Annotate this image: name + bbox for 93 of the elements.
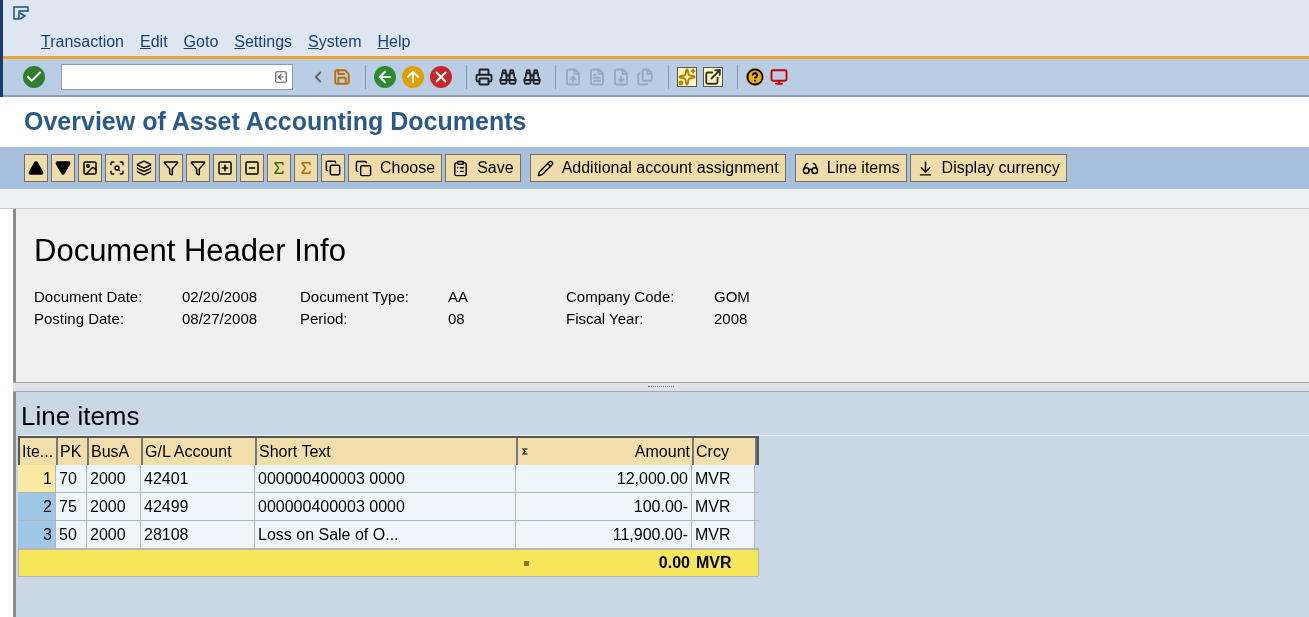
copy-button[interactable] [321, 154, 345, 182]
sigma-icon [522, 448, 528, 455]
field-value: 08 [448, 309, 466, 329]
check-icon[interactable] [23, 66, 45, 88]
sigma-button[interactable] [267, 154, 291, 182]
table-cell: 100.00- [516, 493, 692, 520]
table-cell: MVR [692, 521, 755, 548]
row-selector[interactable]: 3 [18, 521, 56, 548]
up-triangle-button[interactable] [24, 154, 48, 182]
cancel-icon[interactable] [430, 66, 452, 88]
table-cell: 75 [56, 493, 87, 520]
picture-button[interactable] [78, 154, 102, 182]
section-title: Document Header Info [34, 235, 347, 266]
field-label: Company Code: [566, 287, 676, 307]
table-cell: MVR [692, 493, 755, 520]
table-cell: 50 [56, 521, 87, 548]
shortcut-icon[interactable] [703, 67, 723, 87]
table-cell: 000000400003 0000 [255, 465, 516, 492]
clipboard-icon [452, 159, 470, 177]
down-triangle-button[interactable] [51, 154, 75, 182]
menu-item[interactable]: Transaction [41, 30, 124, 54]
field-value: 02/20/2008 [182, 287, 259, 307]
field-value: 08/27/2008 [182, 309, 259, 329]
picture-icon [82, 160, 98, 176]
field-label: Document Type: [300, 287, 410, 307]
column-header[interactable]: BusA [89, 438, 143, 465]
funnel-icon [190, 160, 206, 176]
filter-icon [163, 160, 179, 176]
copy-icon [355, 159, 372, 177]
menu-item[interactable]: System [308, 30, 362, 54]
stack-button[interactable] [132, 154, 156, 182]
expand-icon [217, 160, 233, 176]
table-cell: 42401 [141, 465, 255, 492]
toolbar-button[interactable]: Line items [794, 154, 907, 182]
pencil-icon [536, 159, 554, 177]
section-title: Line items [21, 403, 140, 429]
table-cell: 12,000.00 [516, 465, 692, 492]
copy-icon [325, 160, 341, 176]
row-selector[interactable]: 1 [18, 465, 56, 492]
total-currency: MVR [696, 553, 732, 573]
menu-item[interactable]: Edit [140, 30, 168, 54]
table-cell: 000000400003 0000 [255, 493, 516, 520]
column-header[interactable]: G/L Account [143, 438, 257, 465]
field-value: GOM [714, 287, 751, 307]
collapse-icon [244, 160, 260, 176]
table-cell: 28108 [141, 521, 255, 548]
field-value: 2008 [714, 309, 749, 329]
expand-button[interactable] [213, 154, 237, 182]
stack-icon [136, 160, 152, 176]
down-triangle-icon [55, 160, 71, 176]
collapse-button[interactable] [240, 154, 264, 182]
column-header[interactable]: Short Text [257, 438, 518, 465]
funnel-button[interactable] [186, 154, 210, 182]
back-icon[interactable] [374, 66, 396, 88]
table-cell: 42499 [141, 493, 255, 520]
menu-item[interactable]: Help [377, 30, 411, 54]
field-label: Document Date: [34, 287, 144, 307]
shortcut-icon [704, 68, 722, 86]
table-cell: 70 [56, 465, 87, 492]
table-cell: 2000 [87, 521, 141, 548]
table-cell: 2000 [87, 493, 141, 520]
column-header[interactable]: Ite... [20, 438, 58, 465]
subtotal-icon [298, 160, 314, 176]
menu-icon[interactable] [13, 6, 29, 20]
row-selector[interactable]: 2 [18, 493, 56, 520]
field-label: Fiscal Year: [566, 309, 645, 329]
field-label: Period: [300, 309, 349, 329]
screen-title: Overview of Asset Accounting Documents [24, 106, 527, 138]
command-field[interactable] [61, 64, 293, 90]
field-label: Posting Date: [34, 309, 126, 329]
menu-item[interactable]: Goto [183, 30, 219, 54]
column-header[interactable]: Crcy [694, 438, 757, 465]
splitter-handle[interactable] [648, 386, 674, 388]
field-value: AA [448, 287, 469, 307]
toolbar-button[interactable]: Choose [348, 154, 443, 182]
toolbar-button[interactable]: Display currency [909, 154, 1067, 182]
back-icon [376, 68, 394, 86]
table-cell: MVR [692, 465, 755, 492]
menu-item[interactable]: Settings [234, 30, 293, 54]
subtotal-button[interactable] [294, 154, 318, 182]
column-header[interactable]: PK [58, 438, 89, 465]
table-cell: 2000 [87, 465, 141, 492]
magnifier-button[interactable] [105, 154, 129, 182]
up-triangle-icon [28, 160, 44, 176]
filter-button[interactable] [159, 154, 183, 182]
table-cell: Loss on Sale of O... [255, 521, 516, 548]
toolbar-button[interactable]: Save [445, 154, 521, 182]
total-marker-icon [524, 560, 529, 566]
table-cell: 11,900.00- [516, 521, 692, 548]
magnifier-icon [109, 160, 125, 176]
sigma-icon [271, 160, 287, 176]
total-amount: 0.00 [658, 553, 690, 573]
toolbar-button[interactable]: Additional account assignment [529, 154, 786, 182]
